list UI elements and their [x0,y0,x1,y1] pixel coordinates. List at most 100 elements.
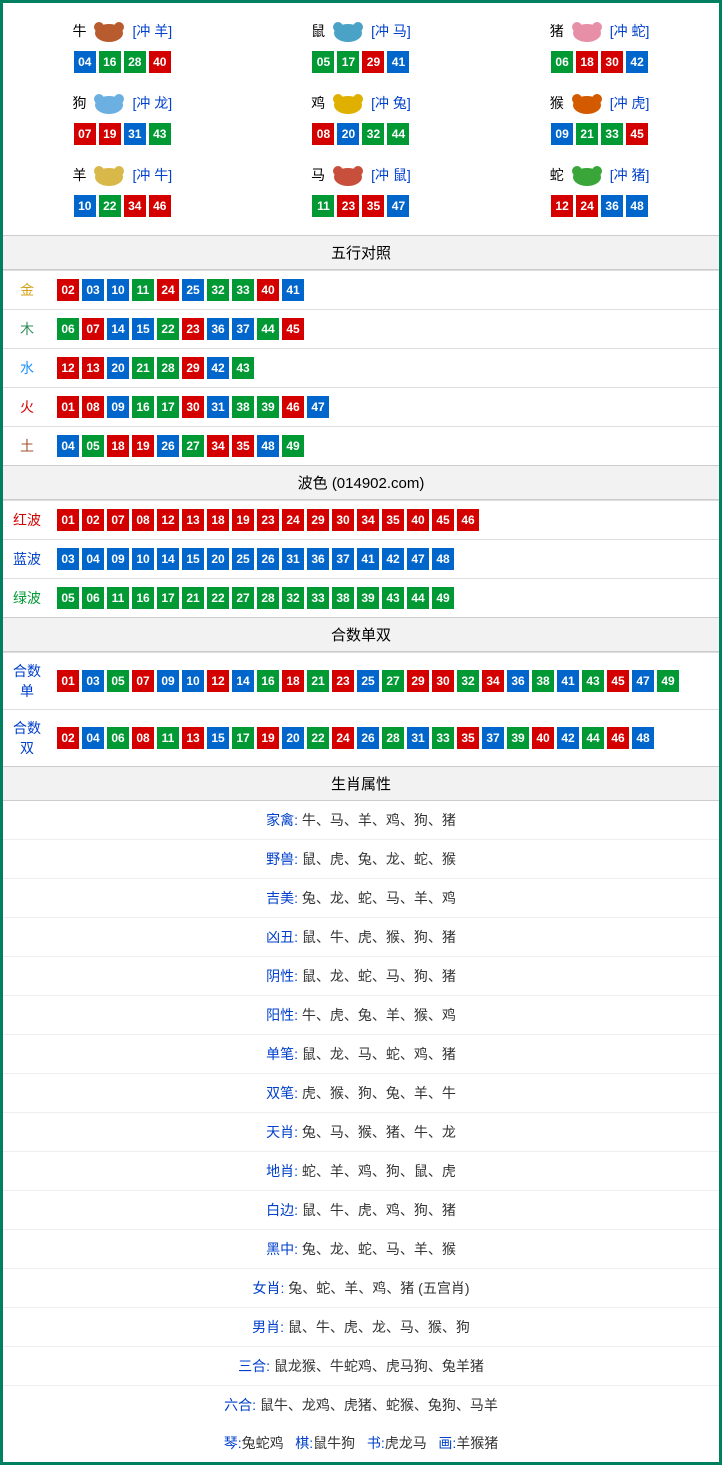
number-badge: 46 [149,195,171,217]
zodiac-name: 猴 [550,93,564,113]
number-badge: 01 [57,396,79,418]
number-badge: 28 [257,587,279,609]
attr-key: 黑中: [266,1241,302,1257]
number-row: 02031011242532334041 [57,279,713,301]
number-badge: 45 [282,318,304,340]
number-badge: 23 [332,670,354,692]
number-badge: 28 [157,357,179,379]
number-badge: 39 [257,396,279,418]
section-site: (014902.com) [332,475,425,492]
number-badge: 41 [282,279,304,301]
attr-val: 鼠、牛、虎、龙、马、猴、狗 [288,1319,470,1335]
attr-key: 男肖: [252,1319,288,1335]
zodiac-name: 狗 [72,93,86,113]
number-badge: 31 [282,548,304,570]
number-badge: 36 [307,548,329,570]
section-title: 波色 [298,475,328,492]
attr-key: 阴性: [266,968,302,984]
zodiac-item: 牛[冲 羊]04162840 [3,11,242,83]
number-badge: 47 [632,670,654,692]
number-badge: 43 [582,670,604,692]
number-badge: 37 [232,318,254,340]
bottom-item: 书:虎龙马 [367,1435,427,1451]
number-badge: 34 [357,509,379,531]
number-row: 0103050709101214161821232527293032343638… [57,670,713,692]
zodiac-icon [327,161,369,189]
bottom-val: 鼠牛狗 [313,1435,355,1451]
attr-key: 天肖: [266,1124,302,1140]
number-badge: 18 [576,51,598,73]
zodiac-nums: 08203244 [242,123,481,145]
attr-row: 野兽: 鼠、虎、兔、龙、蛇、猴 [3,839,719,878]
number-badge: 44 [387,123,409,145]
zodiac-name: 鼠 [311,21,325,41]
attr-val: 牛、马、羊、鸡、狗、猪 [302,812,456,828]
zodiac-icon [88,89,130,117]
heshu-table: 合数单0103050709101214161821232527293032343… [3,652,719,766]
attr-key: 阳性: [266,1007,302,1023]
number-badge: 15 [132,318,154,340]
row-label: 金 [3,271,51,310]
attr-row: 地肖: 蛇、羊、鸡、狗、鼠、虎 [3,1151,719,1190]
number-badge: 16 [257,670,279,692]
number-badge: 19 [257,727,279,749]
number-badge: 36 [507,670,529,692]
number-badge: 04 [82,727,104,749]
table-row: 木06071415222336374445 [3,310,719,349]
number-badge: 06 [82,587,104,609]
number-row: 0204060811131517192022242628313335373940… [57,727,713,749]
zodiac-nums: 10223446 [3,195,242,217]
number-badge: 29 [182,357,204,379]
bottom-val: 羊猴猪 [456,1435,498,1451]
zodiac-nums: 04162840 [3,51,242,73]
zodiac-item: 羊[冲 牛]10223446 [3,155,242,227]
zodiac-icon [566,17,608,45]
number-badge: 43 [382,587,404,609]
number-badge: 22 [99,195,121,217]
number-badge: 05 [107,670,129,692]
section-header-heshu: 合数单双 [3,617,719,652]
attr-key: 吉美: [266,890,302,906]
row-label: 木 [3,310,51,349]
number-badge: 36 [207,318,229,340]
number-badge: 05 [57,587,79,609]
bottom-item: 棋:鼠牛狗 [295,1435,355,1451]
number-badge: 23 [182,318,204,340]
number-badge: 46 [607,727,629,749]
number-badge: 26 [357,727,379,749]
number-badge: 18 [207,509,229,531]
number-badge: 22 [307,727,329,749]
number-badge: 49 [657,670,679,692]
table-row: 红波0102070812131819232429303435404546 [3,501,719,540]
number-badge: 34 [482,670,504,692]
number-badge: 17 [232,727,254,749]
number-badge: 33 [307,587,329,609]
number-badge: 10 [132,548,154,570]
number-badge: 20 [107,357,129,379]
attr-key: 三合: [238,1358,274,1374]
row-label: 土 [3,427,51,466]
row-label: 合数单 [3,653,51,710]
zodiac-item: 猪[冲 蛇]06183042 [480,11,719,83]
number-row: 04051819262734354849 [57,435,713,457]
number-badge: 41 [557,670,579,692]
section-header-bose: 波色 (014902.com) [3,465,719,500]
number-row: 0108091617303138394647 [57,396,713,418]
number-badge: 29 [307,509,329,531]
number-badge: 29 [407,670,429,692]
number-badge: 01 [57,509,79,531]
number-badge: 44 [407,587,429,609]
bottom-key: 琴: [224,1435,242,1451]
number-badge: 15 [207,727,229,749]
section-header-shuxing: 生肖属性 [3,766,719,801]
number-badge: 40 [149,51,171,73]
number-badge: 13 [182,509,204,531]
zodiac-nums: 05172941 [242,51,481,73]
attr-val: 兔、龙、蛇、马、羊、鸡 [302,890,456,906]
number-badge: 35 [382,509,404,531]
number-badge: 07 [74,123,96,145]
bottom-key: 棋: [295,1435,313,1451]
zodiac-icon [88,161,130,189]
number-badge: 20 [282,727,304,749]
number-badge: 40 [257,279,279,301]
